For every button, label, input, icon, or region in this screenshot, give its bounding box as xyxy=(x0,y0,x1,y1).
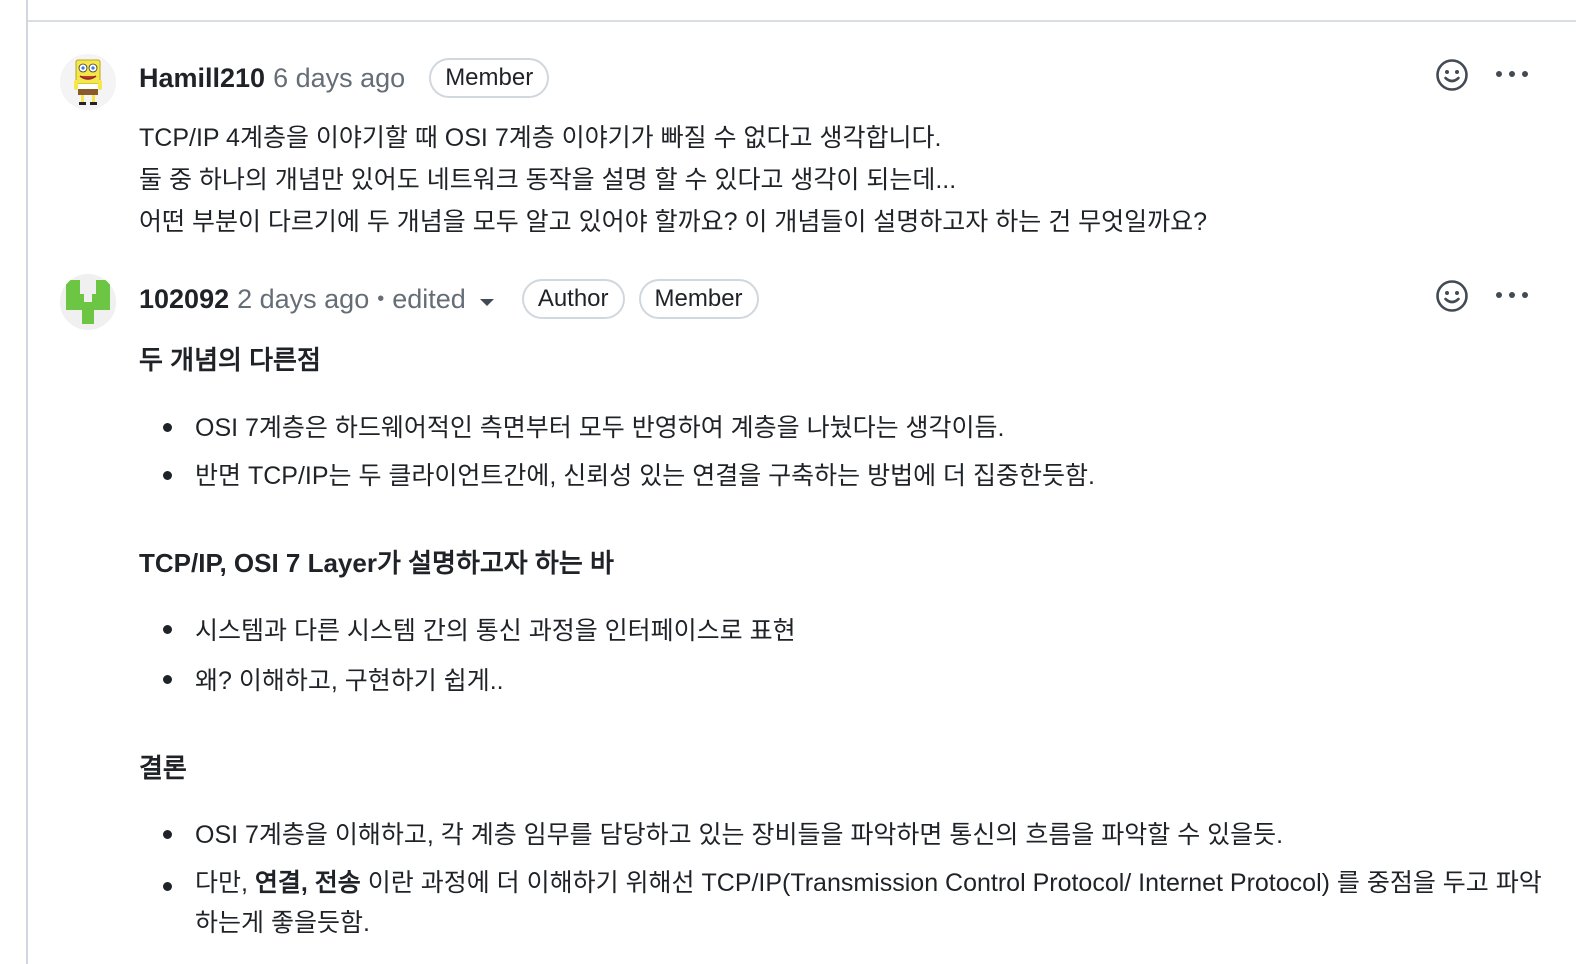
comment-body: TCP/IP 4계층을 이야기할 때 OSI 7계층 이야기가 빠질 수 없다고… xyxy=(139,117,1207,243)
top-divider xyxy=(28,20,1576,22)
avatar[interactable] xyxy=(60,274,116,330)
member-badge: Member xyxy=(638,279,759,319)
list-item-prefix: 다만, xyxy=(195,869,255,897)
list-item: 왜? 이해하고, 구현하기 쉽게.. xyxy=(139,656,796,706)
kebab-horizontal-icon[interactable] xyxy=(1494,66,1530,82)
bullet-list: OSI 7계층은 하드웨어적인 측면부터 모두 반영하여 계층을 나눴다는 생각… xyxy=(139,404,1095,500)
section-heading: 두 개념의 다른점 xyxy=(139,345,321,375)
edited-label[interactable]: edited xyxy=(392,284,466,315)
list-item-suffix: 이란 과정에 더 이해하기 위해선 TCP/IP(Transmission Co… xyxy=(195,869,1542,937)
author-name[interactable]: Hamill210 xyxy=(139,63,265,94)
list-item: OSI 7계층은 하드웨어적인 측면부터 모두 반영하여 계층을 나눴다는 생각… xyxy=(139,404,1095,452)
avatar[interactable] xyxy=(60,54,116,110)
timestamp[interactable]: 6 days ago xyxy=(273,63,405,94)
smiley-icon[interactable] xyxy=(1435,279,1469,313)
bullet-list: OSI 7계층을 이해하고, 각 계층 임무를 담당하고 있는 장비들을 파악하… xyxy=(139,811,1549,943)
timestamp[interactable]: 2 days ago xyxy=(237,284,369,315)
spongebob-avatar-icon xyxy=(60,54,116,110)
body-line: 둘 중 하나의 개념만 있어도 네트워크 동작을 설명 할 수 있다고 생각이 … xyxy=(139,166,957,194)
identicon-avatar-icon xyxy=(60,274,116,330)
list-item: 반면 TCP/IP는 두 클라이언트간에, 신뢰성 있는 연결을 구축하는 방법… xyxy=(139,452,1095,500)
list-item: 다만, 연결, 전송 이란 과정에 더 이해하기 위해선 TCP/IP(Tran… xyxy=(139,863,1549,943)
kebab-horizontal-icon[interactable] xyxy=(1494,287,1530,303)
separator-dot: • xyxy=(377,287,385,310)
section-heading: TCP/IP, OSI 7 Layer가 설명하고자 하는 바 xyxy=(139,548,614,578)
member-badge: Member xyxy=(429,58,550,98)
bullet-list: 시스템과 다른 시스템 간의 통신 과정을 인터페이스로 표현 왜? 이해하고,… xyxy=(139,606,796,706)
comment-header: 102092 2 days ago • edited Author Member xyxy=(139,279,759,319)
list-item: OSI 7계층을 이해하고, 각 계층 임무를 담당하고 있는 장비들을 파악하… xyxy=(139,811,1549,859)
triangle-down-icon[interactable] xyxy=(479,298,494,306)
author-name[interactable]: 102092 xyxy=(139,284,229,315)
body-line: 어떤 부분이 다르기에 두 개념을 모두 알고 있어야 할까요? 이 개념들이 … xyxy=(139,208,1208,236)
emphasis-text: 연결, 전송 xyxy=(254,869,361,897)
smiley-icon[interactable] xyxy=(1435,58,1469,92)
section-heading: 결론 xyxy=(139,753,187,783)
body-line: TCP/IP 4계층을 이야기할 때 OSI 7계층 이야기가 빠질 수 없다고… xyxy=(139,124,942,152)
comment-header: Hamill210 6 days ago Member xyxy=(139,58,550,98)
author-badge: Author xyxy=(521,279,625,319)
list-item: 시스템과 다른 시스템 간의 통신 과정을 인터페이스로 표현 xyxy=(139,606,796,656)
